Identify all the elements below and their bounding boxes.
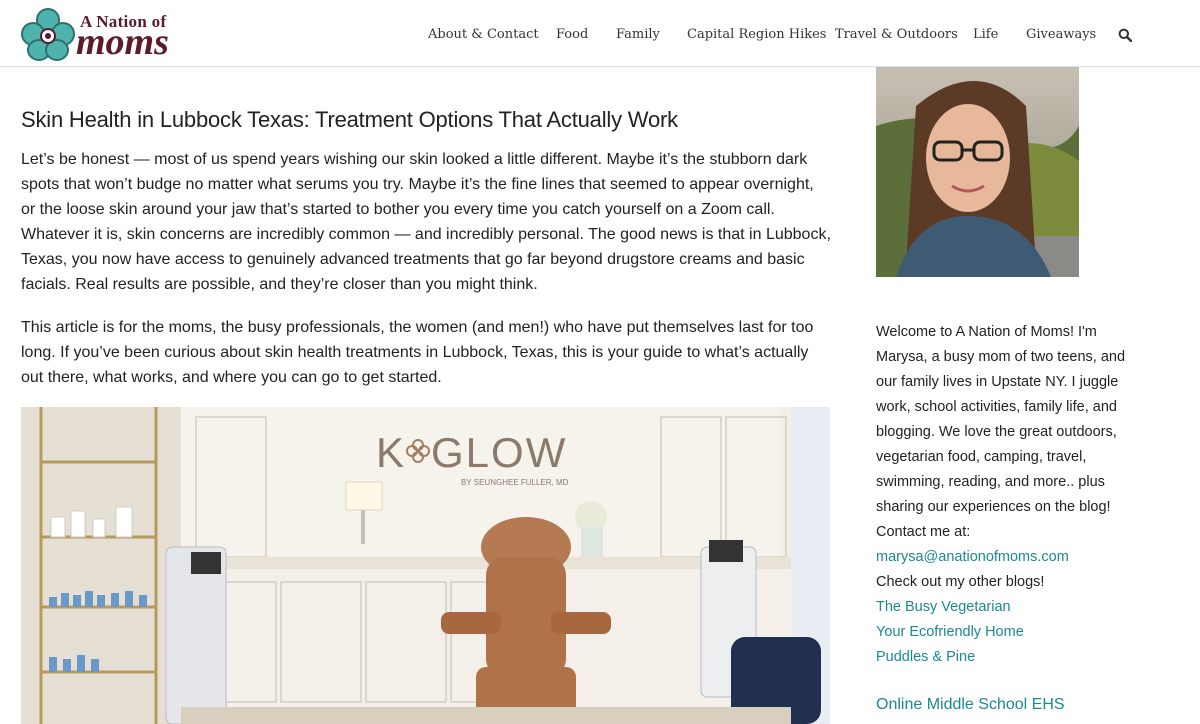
article: Skin Health in Lubbock Texas: Treatment … [21, 105, 831, 386]
blog-link-puddles-pine[interactable]: Puddles & Pine [876, 645, 1136, 670]
bio-line: Welcome to A Nation of Moms! I'm [876, 324, 1097, 340]
author-photo [876, 66, 1079, 277]
nav-family[interactable]: Family [616, 27, 660, 42]
svg-text:GLOW: GLOW [431, 429, 567, 476]
site-logo[interactable]: A Nation of moms [20, 8, 180, 62]
nav-travel-outdoors[interactable]: Travel & Outdoors [835, 27, 958, 42]
article-paragraph: This article is for the moms, the busy p… [21, 319, 814, 386]
nav-giveaways[interactable]: Giveaways [1026, 27, 1096, 42]
bio-line: sharing our experiences on the blog! [876, 499, 1111, 515]
flower-icon [21, 8, 75, 61]
bio-line: blogging. We love the great outdoors, [876, 424, 1117, 440]
sidebar-heading-online-middle-school[interactable]: Online Middle School EHS [876, 696, 1065, 714]
article-paragraph: Let’s be honest — most of us spend years… [21, 151, 831, 293]
contact-email-link[interactable]: marysa@anationofmoms.com [876, 545, 1136, 570]
svg-text:K: K [376, 429, 406, 476]
bio-line: Marysa, a busy mom of two teens, and [876, 349, 1126, 365]
nav-capital-region-hikes[interactable]: Capital Region Hikes [687, 27, 826, 42]
blog-link-busy-vegetarian[interactable]: The Busy Vegetarian [876, 595, 1136, 620]
nav-food[interactable]: Food [556, 27, 588, 42]
bio-line: swimming, reading, and more.. plus [876, 474, 1105, 490]
nav-about-contact[interactable]: About & Contact [428, 27, 539, 42]
search-icon[interactable] [1118, 28, 1132, 42]
svg-text:BY SEUNGHEE FULLER, MD: BY SEUNGHEE FULLER, MD [461, 478, 569, 487]
blog-link-ecofriendly-home[interactable]: Your Ecofriendly Home [876, 620, 1136, 645]
author-bio: Welcome to A Nation of Moms! I'm Marysa,… [876, 320, 1136, 670]
bio-line: vegetarian food, camping, travel, [876, 449, 1087, 465]
bio-line: our family lives in Upstate NY. I juggle [876, 374, 1119, 390]
article-title: Skin Health in Lubbock Texas: Treatment … [21, 107, 678, 132]
article-hero-image: K GLOW BY SEUNGHEE FULLER, MD [21, 407, 830, 724]
site-header: A Nation of moms About & Contact Food Fa… [0, 0, 1200, 67]
bio-line: Contact me at: [876, 524, 971, 540]
logo-main-text: moms [76, 21, 169, 63]
nav-life[interactable]: Life [973, 27, 998, 42]
other-blogs-label: Check out my other blogs! [876, 574, 1045, 590]
bio-line: work, school activities, family life, an… [876, 399, 1117, 415]
